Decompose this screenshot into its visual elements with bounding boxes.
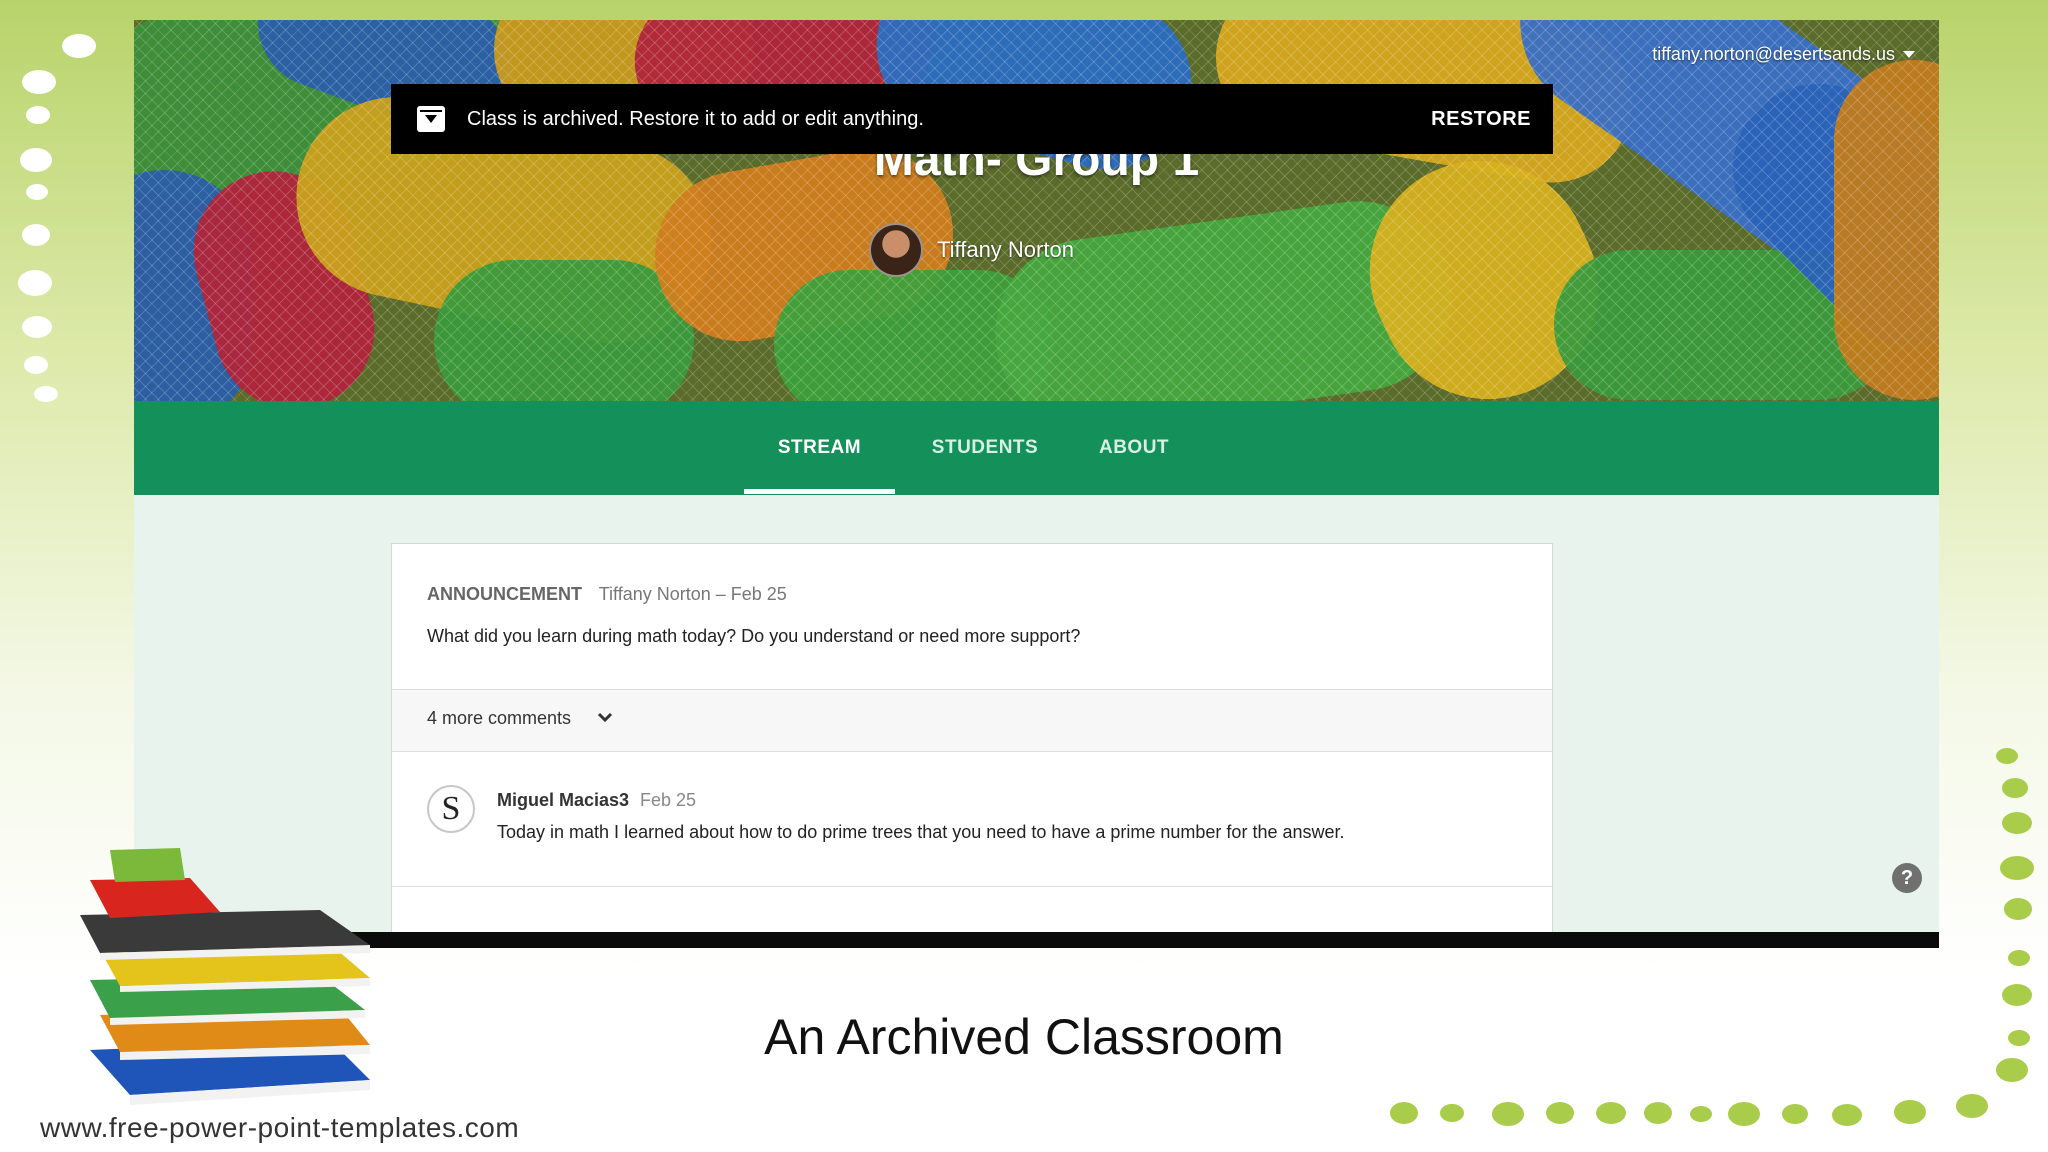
decor-dot (1894, 1100, 1926, 1124)
decor-dot (2000, 856, 2034, 880)
decor-dot (34, 386, 58, 402)
books-illustration (80, 848, 370, 1105)
decor-dot (1728, 1102, 1760, 1126)
decor-dot (62, 34, 96, 58)
decor-dot (2002, 778, 2028, 798)
tab-students[interactable]: STUDENTS (910, 401, 1060, 495)
decor-dot (1832, 1104, 1862, 1126)
decor-dot (26, 184, 48, 200)
decor-dot (1546, 1102, 1574, 1124)
comment-date: Feb 25 (640, 790, 697, 810)
decor-dot (1782, 1104, 1808, 1124)
decor-dot (1690, 1106, 1712, 1122)
active-tab-indicator (744, 489, 895, 494)
tab-about[interactable]: ABOUT (1074, 401, 1194, 495)
announcement-card: ANNOUNCEMENT Tiffany Norton – Feb 25 Wha… (391, 543, 1553, 948)
account-menu[interactable]: tiffany.norton@desertsands.us (1652, 44, 1915, 65)
decor-dot (22, 224, 50, 246)
help-icon[interactable]: ? (1892, 863, 1922, 893)
post-meta: Tiffany Norton – Feb 25 (598, 584, 787, 604)
more-comments-label: 4 more comments (427, 708, 572, 728)
commenter-avatar: S (427, 785, 475, 833)
decor-dot (2002, 984, 2032, 1006)
decor-dot (22, 316, 52, 338)
classroom-screenshot: tiffany.norton@desertsands.us Math- Grou… (134, 20, 1939, 948)
decor-dot (26, 106, 50, 124)
dropdown-arrow-icon (1903, 50, 1915, 58)
decor-dot (1956, 1094, 1988, 1118)
decor-dot (1440, 1104, 1464, 1122)
decor-dot (2002, 812, 2032, 834)
decor-dot (18, 270, 52, 296)
comment-item: S Miguel Macias3 Feb 25 Today in math I … (392, 751, 1552, 887)
teacher-info: Tiffany Norton (869, 223, 1074, 277)
decor-dot (2008, 950, 2030, 966)
account-email: tiffany.norton@desertsands.us (1652, 44, 1895, 64)
decor-dot (22, 70, 56, 94)
comment-text: Today in math I learned about how to do … (497, 822, 1345, 842)
decor-dot (24, 356, 48, 374)
teacher-name: Tiffany Norton (937, 237, 1074, 262)
teacher-avatar (869, 223, 923, 277)
decor-dot (1996, 748, 2018, 764)
restore-button[interactable]: RESTORE (1431, 108, 1531, 131)
decor-dot (1644, 1102, 1672, 1124)
post-header: ANNOUNCEMENT Tiffany Norton – Feb 25 (427, 584, 787, 605)
archive-icon (417, 106, 445, 132)
decor-dot (1492, 1102, 1524, 1126)
class-tabs: STREAM STUDENTS ABOUT (134, 401, 1939, 495)
template-footer-url: www.free-power-point-templates.com (40, 1112, 520, 1143)
archived-notice-bar: Class is archived. Restore it to add or … (391, 84, 1553, 154)
tab-stream[interactable]: STREAM (744, 401, 895, 495)
decor-dot (1596, 1102, 1626, 1124)
archived-message: Class is archived. Restore it to add or … (467, 107, 924, 130)
post-type: ANNOUNCEMENT (427, 584, 582, 604)
decor-dot (2004, 898, 2032, 920)
class-banner: tiffany.norton@desertsands.us Math- Grou… (134, 20, 1939, 401)
chevron-down-icon (597, 712, 613, 723)
more-comments-toggle[interactable]: 4 more comments (392, 689, 1552, 752)
decor-dot (20, 148, 52, 172)
commenter-name: Miguel Macias3 (497, 790, 630, 810)
decor-dot (1390, 1102, 1418, 1124)
slide-caption: An Archived Classroom (764, 1009, 1284, 1065)
post-text: What did you learn during math today? Do… (427, 626, 1081, 646)
